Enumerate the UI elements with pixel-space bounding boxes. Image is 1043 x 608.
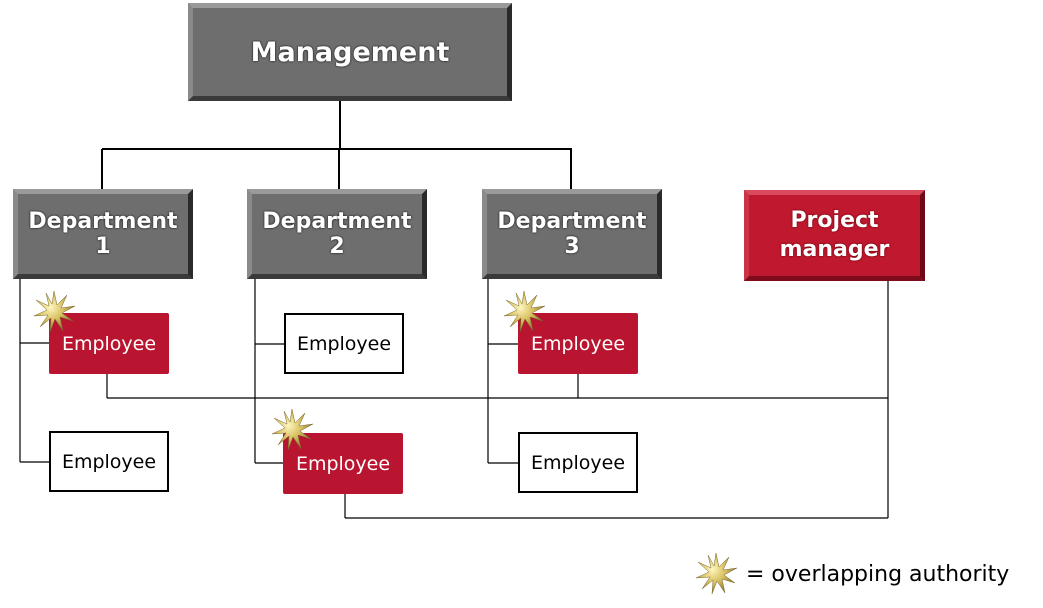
star-burst-icon [695,552,738,595]
employee-label: Employee [61,332,157,355]
employee-label: Employee [530,451,626,474]
star-burst-icon [33,290,76,333]
department-3-box: Department 3 [482,189,662,279]
department-3-label: Department 3 [497,209,647,259]
department-2-label: Department 2 [262,209,412,259]
star-burst-icon [503,290,546,333]
star-burst-icon [271,408,314,451]
department-1-box: Department 1 [13,189,193,279]
employee-box: Employee [49,431,169,492]
employee-box: Employee [518,432,638,493]
project-manager-label: Project manager [779,207,890,262]
project-manager-box: Project manager [744,190,925,281]
legend-text: = overlapping authority [746,561,1010,587]
employee-box: Employee [284,313,404,374]
management-box: Management [188,3,512,101]
management-label: Management [250,36,450,68]
legend: = overlapping authority [694,552,1009,596]
employee-label: Employee [61,450,157,473]
employee-label: Employee [530,332,626,355]
department-1-label: Department 1 [28,209,178,259]
employee-label: Employee [295,452,391,475]
department-2-box: Department 2 [247,189,427,279]
employee-label: Employee [296,332,392,355]
